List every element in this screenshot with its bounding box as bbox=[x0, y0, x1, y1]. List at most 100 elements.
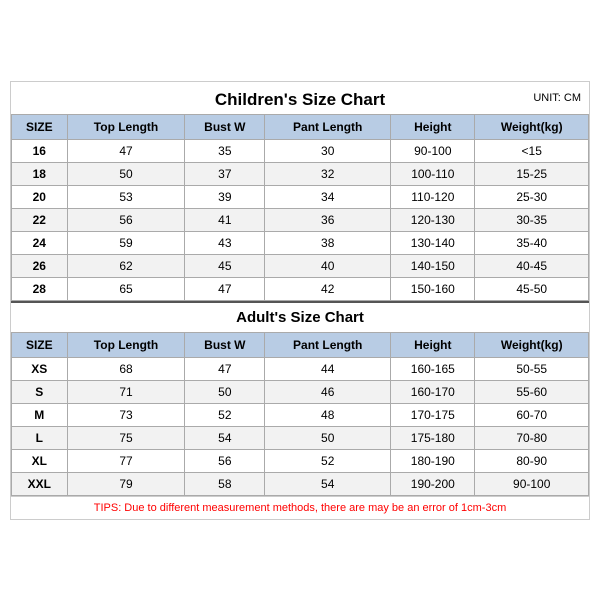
children-size-cell: 20 bbox=[12, 185, 68, 208]
children-data-cell: 110-120 bbox=[391, 185, 475, 208]
children-data-cell: 32 bbox=[265, 162, 391, 185]
children-data-cell: 50 bbox=[67, 162, 185, 185]
adult-data-cell: 58 bbox=[185, 472, 265, 495]
children-data-cell: 37 bbox=[185, 162, 265, 185]
adult-data-cell: 52 bbox=[265, 449, 391, 472]
adult-data-cell: 175-180 bbox=[391, 426, 475, 449]
adult-size-cell: L bbox=[12, 426, 68, 449]
adult-data-cell: 46 bbox=[265, 380, 391, 403]
children-data-cell: 39 bbox=[185, 185, 265, 208]
adult-table-row: XS684744160-16550-55 bbox=[12, 357, 589, 380]
children-data-cell: 130-140 bbox=[391, 231, 475, 254]
col-header-size-adult: SIZE bbox=[12, 332, 68, 357]
children-data-cell: 35 bbox=[185, 139, 265, 162]
adult-data-cell: 190-200 bbox=[391, 472, 475, 495]
adult-data-cell: 160-165 bbox=[391, 357, 475, 380]
children-size-cell: 26 bbox=[12, 254, 68, 277]
children-data-cell: 36 bbox=[265, 208, 391, 231]
main-title: Children's Size Chart UNIT: CM bbox=[11, 82, 589, 114]
adult-data-cell: 50-55 bbox=[475, 357, 589, 380]
children-size-table: SIZE Top Length Bust W Pant Length Heigh… bbox=[11, 114, 589, 301]
adult-data-cell: 52 bbox=[185, 403, 265, 426]
children-data-cell: 62 bbox=[67, 254, 185, 277]
children-table-row: 26624540140-15040-45 bbox=[12, 254, 589, 277]
adult-data-cell: 56 bbox=[185, 449, 265, 472]
adult-data-cell: 79 bbox=[67, 472, 185, 495]
children-data-cell: 59 bbox=[67, 231, 185, 254]
col-header-height-adult: Height bbox=[391, 332, 475, 357]
children-data-cell: 45 bbox=[185, 254, 265, 277]
children-table-row: 22564136120-13030-35 bbox=[12, 208, 589, 231]
children-size-cell: 16 bbox=[12, 139, 68, 162]
adult-header-row: SIZE Top Length Bust W Pant Length Heigh… bbox=[12, 332, 589, 357]
children-data-cell: 47 bbox=[185, 277, 265, 300]
adult-data-cell: 75 bbox=[67, 426, 185, 449]
col-header-height-children: Height bbox=[391, 114, 475, 139]
adult-size-table: SIZE Top Length Bust W Pant Length Heigh… bbox=[11, 332, 589, 496]
children-size-cell: 22 bbox=[12, 208, 68, 231]
adult-table-row: S715046160-17055-60 bbox=[12, 380, 589, 403]
adult-data-cell: 55-60 bbox=[475, 380, 589, 403]
children-data-cell: 45-50 bbox=[475, 277, 589, 300]
adult-data-cell: 60-70 bbox=[475, 403, 589, 426]
children-size-cell: 24 bbox=[12, 231, 68, 254]
adult-data-cell: 77 bbox=[67, 449, 185, 472]
adult-size-cell: XL bbox=[12, 449, 68, 472]
children-data-cell: 41 bbox=[185, 208, 265, 231]
col-header-bust-w-children: Bust W bbox=[185, 114, 265, 139]
tips-text: TIPS: Due to different measurement metho… bbox=[11, 496, 589, 519]
children-data-cell: 53 bbox=[67, 185, 185, 208]
col-header-pant-length-children: Pant Length bbox=[265, 114, 391, 139]
children-data-cell: 150-160 bbox=[391, 277, 475, 300]
children-data-cell: <15 bbox=[475, 139, 589, 162]
children-data-cell: 100-110 bbox=[391, 162, 475, 185]
adult-data-cell: 160-170 bbox=[391, 380, 475, 403]
adult-data-cell: 44 bbox=[265, 357, 391, 380]
adult-data-cell: 90-100 bbox=[475, 472, 589, 495]
children-data-cell: 42 bbox=[265, 277, 391, 300]
adult-data-cell: 73 bbox=[67, 403, 185, 426]
adult-table-row: XXL795854190-20090-100 bbox=[12, 472, 589, 495]
children-table-row: 24594338130-14035-40 bbox=[12, 231, 589, 254]
adult-data-cell: 70-80 bbox=[475, 426, 589, 449]
children-chart-title: Children's Size Chart bbox=[215, 90, 385, 109]
tips-content: TIPS: Due to different measurement metho… bbox=[94, 502, 506, 514]
col-header-top-length-children: Top Length bbox=[67, 114, 185, 139]
children-table-row: 18503732100-11015-25 bbox=[12, 162, 589, 185]
col-header-pant-length-adult: Pant Length bbox=[265, 332, 391, 357]
chart-container: Children's Size Chart UNIT: CM SIZE Top … bbox=[10, 81, 590, 520]
adult-table-row: M735248170-17560-70 bbox=[12, 403, 589, 426]
adult-table-row: XL775652180-19080-90 bbox=[12, 449, 589, 472]
children-data-cell: 120-130 bbox=[391, 208, 475, 231]
adult-size-cell: S bbox=[12, 380, 68, 403]
adult-data-cell: 170-175 bbox=[391, 403, 475, 426]
children-data-cell: 40-45 bbox=[475, 254, 589, 277]
adult-data-cell: 71 bbox=[67, 380, 185, 403]
col-header-size-children: SIZE bbox=[12, 114, 68, 139]
children-data-cell: 30-35 bbox=[475, 208, 589, 231]
children-size-cell: 18 bbox=[12, 162, 68, 185]
children-data-cell: 43 bbox=[185, 231, 265, 254]
children-table-row: 1647353090-100<15 bbox=[12, 139, 589, 162]
adult-size-cell: XS bbox=[12, 357, 68, 380]
children-data-cell: 35-40 bbox=[475, 231, 589, 254]
adult-data-cell: 68 bbox=[67, 357, 185, 380]
adult-title-text: Adult's Size Chart bbox=[236, 309, 364, 326]
adult-data-cell: 54 bbox=[185, 426, 265, 449]
unit-label: UNIT: CM bbox=[533, 92, 581, 104]
col-header-bust-w-adult: Bust W bbox=[185, 332, 265, 357]
children-data-cell: 15-25 bbox=[475, 162, 589, 185]
children-data-cell: 65 bbox=[67, 277, 185, 300]
children-data-cell: 34 bbox=[265, 185, 391, 208]
children-data-cell: 140-150 bbox=[391, 254, 475, 277]
adult-size-cell: M bbox=[12, 403, 68, 426]
adult-data-cell: 54 bbox=[265, 472, 391, 495]
adult-data-cell: 48 bbox=[265, 403, 391, 426]
col-header-weight-adult: Weight(kg) bbox=[475, 332, 589, 357]
adult-size-cell: XXL bbox=[12, 472, 68, 495]
children-header-row: SIZE Top Length Bust W Pant Length Heigh… bbox=[12, 114, 589, 139]
children-data-cell: 38 bbox=[265, 231, 391, 254]
col-header-top-length-adult: Top Length bbox=[67, 332, 185, 357]
children-data-cell: 30 bbox=[265, 139, 391, 162]
children-data-cell: 90-100 bbox=[391, 139, 475, 162]
